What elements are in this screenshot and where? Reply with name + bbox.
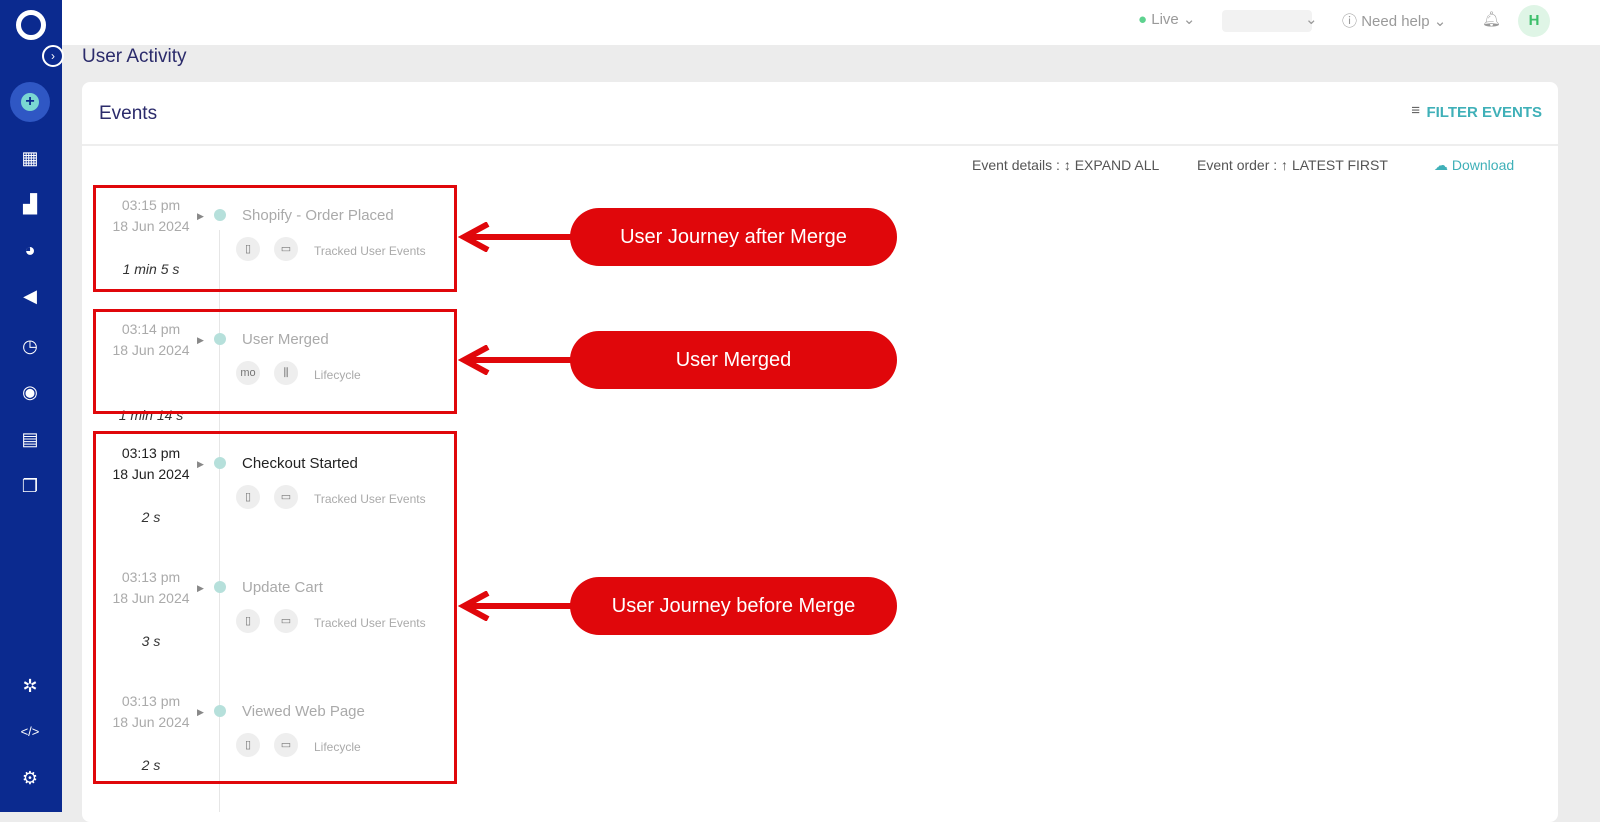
bell-icon[interactable]: 🔔︎ (1482, 10, 1501, 28)
question-icon: ⓘ (1342, 13, 1358, 30)
user-icon[interactable]: ◉ (18, 380, 42, 404)
event-details-label: Event details : (972, 157, 1060, 173)
dashboard-icon[interactable]: ▦ (18, 146, 42, 170)
create-button[interactable]: + (10, 82, 50, 122)
annotation-box-merged (93, 309, 457, 414)
events-heading: Events (99, 103, 158, 124)
project-chevron-icon[interactable]: ⌄ (1305, 10, 1318, 28)
event-order-label: Event order : (1197, 157, 1278, 173)
project-selector[interactable] (1222, 10, 1312, 32)
annotation-box-after (93, 185, 457, 292)
analytics-icon[interactable]: ▟ (18, 192, 42, 216)
gallery-icon[interactable]: ❐ (18, 474, 42, 498)
document-icon[interactable]: ▤ (18, 427, 42, 451)
arrow-icon (458, 345, 572, 375)
gear-icon[interactable]: ⚙ (18, 766, 42, 790)
arrow-icon (458, 591, 572, 621)
page-title: User Activity (82, 46, 187, 67)
live-dot-icon: ● (1138, 11, 1148, 28)
pie-chart-icon[interactable]: ◕ (18, 238, 42, 262)
expand-sidebar-button[interactable]: › (42, 45, 64, 67)
download-button[interactable]: ☁ Download (1434, 157, 1514, 174)
help-menu[interactable]: ⓘ Need help ⌄ (1342, 10, 1446, 31)
arrow-icon (458, 222, 572, 252)
annotation-before-merge: User Journey before Merge (570, 577, 897, 635)
top-bar: ● Live ⌄ ⌄ ⓘ Need help ⌄ 🔔︎ H (62, 0, 1600, 45)
sidebar: + ▦ ▟ ◕ ◀ ◷ ◉ ▤ ❐ ✲ </> ⚙ (0, 0, 62, 812)
filter-icon: ≡ (1411, 102, 1420, 119)
integrations-icon[interactable]: ✲ (18, 674, 42, 698)
annotation-after-merge: User Journey after Merge (570, 208, 897, 266)
help-label: Need help (1361, 13, 1430, 30)
latest-first-button[interactable]: ↑ LATEST FIRST (1281, 157, 1388, 173)
avatar[interactable]: H (1518, 5, 1550, 37)
code-icon[interactable]: </> (18, 720, 42, 744)
annotation-user-merged: User Merged (570, 331, 897, 389)
expand-all-button[interactable]: ↕ EXPAND ALL (1064, 157, 1159, 173)
campaign-icon[interactable]: ◀ (18, 284, 42, 308)
annotation-box-before (93, 431, 457, 784)
plus-icon: + (21, 93, 39, 111)
env-selector[interactable]: ● Live ⌄ (1138, 10, 1196, 28)
logo-icon (16, 10, 46, 40)
cloud-download-icon: ☁ (1434, 157, 1448, 173)
env-label: Live (1151, 11, 1179, 28)
timer-icon[interactable]: ◷ (18, 334, 42, 358)
filter-events-button[interactable]: FILTER EVENTS (1426, 104, 1542, 121)
